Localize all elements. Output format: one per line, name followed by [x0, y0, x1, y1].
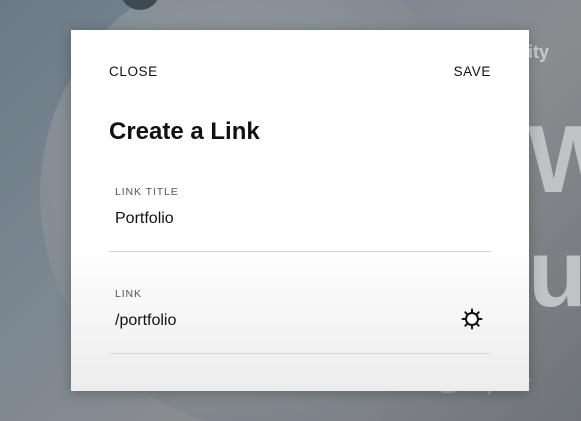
link-title-input[interactable]: Portfolio — [115, 210, 174, 228]
link-label: LINK — [115, 288, 142, 300]
background-heading-line-2: u — [528, 220, 581, 327]
link-title-label: LINK TITLE — [115, 186, 179, 198]
background-heading-line-1: W — [528, 106, 581, 213]
dialog-header: CLOSE SAVE — [109, 64, 491, 79]
close-button[interactable]: CLOSE — [109, 64, 158, 79]
gear-icon[interactable] — [461, 308, 483, 330]
background-site-text: ity — [528, 42, 550, 62]
save-button[interactable]: SAVE — [454, 64, 491, 79]
link-title-field[interactable]: LINK TITLE Portfolio — [109, 186, 491, 252]
create-link-dialog: CLOSE SAVE Create a Link LINK TITLE Port… — [71, 30, 529, 391]
dialog-title: Create a Link — [109, 118, 260, 145]
link-input[interactable]: /portfolio — [115, 312, 176, 330]
link-field[interactable]: LINK /portfolio — [109, 288, 491, 354]
